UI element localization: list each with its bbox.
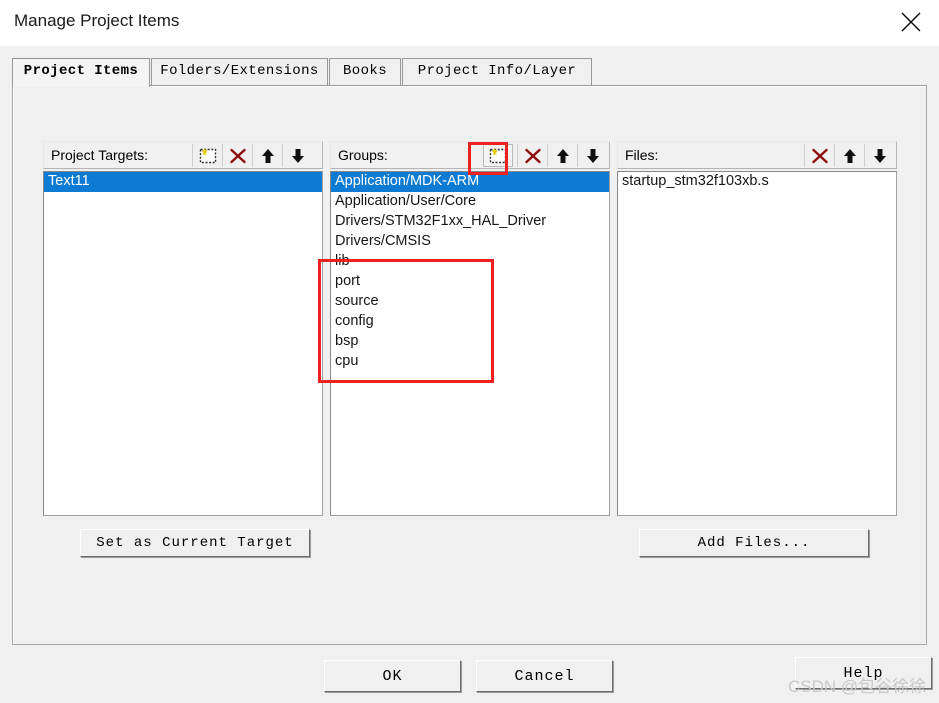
files-header: Files: xyxy=(617,141,897,169)
groups-label: Groups: xyxy=(338,147,388,163)
move-group-down-button[interactable] xyxy=(577,144,607,167)
list-item[interactable]: Application/User/Core xyxy=(331,192,609,212)
list-item[interactable]: Drivers/CMSIS xyxy=(331,232,609,252)
project-items-tab-panel: Project Targets: Text11 Set as Current T… xyxy=(12,85,927,645)
groups-header: Groups: xyxy=(330,141,610,169)
project-targets-header: Project Targets: xyxy=(43,141,323,169)
list-item[interactable]: port xyxy=(331,272,609,292)
manage-project-items-dialog: Manage Project Items Project Items Folder… xyxy=(0,0,939,703)
tab-project-info-layer[interactable]: Project Info/Layer xyxy=(402,58,592,85)
list-item[interactable]: bsp xyxy=(331,332,609,352)
tab-project-items[interactable]: Project Items xyxy=(12,58,150,87)
groups-list[interactable]: Application/MDK-ARM Application/User/Core… xyxy=(330,171,610,516)
move-target-up-button[interactable] xyxy=(252,144,282,167)
list-item[interactable]: startup_stm32f103xb.s xyxy=(618,172,896,192)
tab-books[interactable]: Books xyxy=(329,58,401,85)
delete-target-button[interactable] xyxy=(222,144,252,167)
move-target-down-button[interactable] xyxy=(282,144,312,167)
cancel-button[interactable]: Cancel xyxy=(476,660,613,692)
title-bar: Manage Project Items xyxy=(0,0,939,46)
window-title: Manage Project Items xyxy=(14,11,180,30)
help-button[interactable]: Help xyxy=(795,657,932,689)
delete-group-button[interactable] xyxy=(517,144,547,167)
list-item[interactable]: config xyxy=(331,312,609,332)
list-item[interactable]: Application/MDK-ARM xyxy=(331,172,609,192)
add-files-button[interactable]: Add Files... xyxy=(639,529,869,557)
new-group-button[interactable] xyxy=(483,144,513,167)
files-list[interactable]: startup_stm32f103xb.s xyxy=(617,171,897,516)
tab-folders-extensions[interactable]: Folders/Extensions xyxy=(151,58,328,85)
move-file-down-button[interactable] xyxy=(864,144,894,167)
set-as-current-target-button[interactable]: Set as Current Target xyxy=(80,529,310,557)
close-icon[interactable] xyxy=(883,0,939,46)
move-group-up-button[interactable] xyxy=(547,144,577,167)
files-label: Files: xyxy=(625,147,659,163)
list-item[interactable]: source xyxy=(331,292,609,312)
project-targets-list[interactable]: Text11 xyxy=(43,171,323,516)
delete-file-button[interactable] xyxy=(804,144,834,167)
ok-button[interactable]: OK xyxy=(324,660,461,692)
list-item[interactable]: Text11 xyxy=(44,172,322,192)
list-item[interactable]: cpu xyxy=(331,352,609,372)
new-target-button[interactable] xyxy=(192,144,222,167)
move-file-up-button[interactable] xyxy=(834,144,864,167)
list-item[interactable]: Drivers/STM32F1xx_HAL_Driver xyxy=(331,212,609,232)
list-item[interactable]: lib xyxy=(331,252,609,272)
project-targets-label: Project Targets: xyxy=(51,147,149,163)
